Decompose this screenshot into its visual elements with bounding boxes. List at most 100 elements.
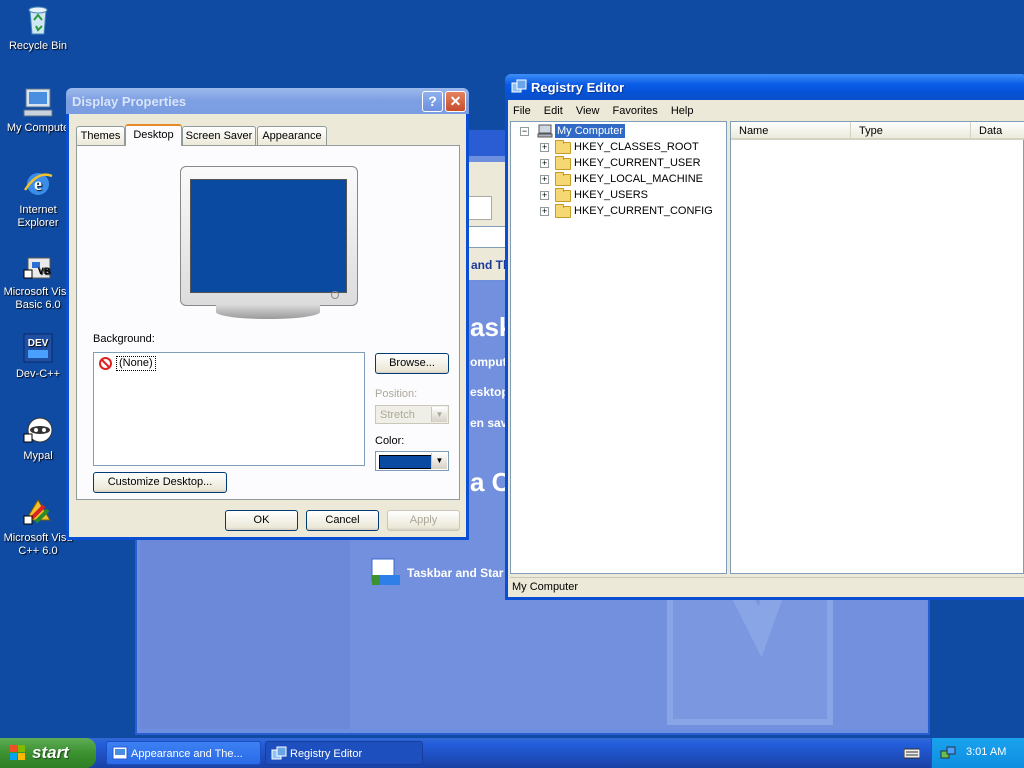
folder-icon	[555, 204, 571, 218]
folder-icon	[555, 172, 571, 186]
taskbar: start Appearance and The... Registry Edi…	[0, 738, 1024, 768]
list-item-label: (None)	[116, 356, 156, 371]
chevron-down-icon: ▼	[431, 453, 447, 469]
registry-editor-titlebar[interactable]: Registry Editor	[505, 74, 1024, 100]
tab-themes[interactable]: Themes	[76, 126, 125, 145]
mypal-icon	[22, 414, 54, 446]
control-panel-icon	[112, 746, 128, 760]
ok-button[interactable]: OK	[225, 510, 298, 531]
system-tray: 3:01 AM	[931, 738, 1024, 768]
tab-appearance[interactable]: Appearance	[257, 126, 327, 145]
tree-label: HKEY_LOCAL_MACHINE	[574, 173, 703, 185]
my-computer-icon	[22, 86, 54, 118]
visual-basic-icon: VB	[22, 250, 54, 282]
position-value: Stretch	[380, 409, 415, 421]
monitor-preview	[180, 166, 358, 306]
folder-icon	[555, 140, 571, 154]
tree-node-hkey-users[interactable]: + HKEY_USERS	[511, 187, 726, 203]
help-button[interactable]: ?	[422, 91, 443, 112]
column-header-name[interactable]: Name	[731, 122, 851, 140]
apply-button[interactable]: Apply	[387, 510, 460, 531]
column-header-data[interactable]: Data	[971, 122, 1024, 140]
none-icon	[99, 357, 112, 370]
color-picker[interactable]: ▼	[375, 451, 449, 471]
menu-view[interactable]: View	[576, 105, 600, 117]
tree-node-hkey-classes-root[interactable]: + HKEY_CLASSES_ROOT	[511, 139, 726, 155]
registry-editor-window[interactable]: Registry Editor File Edit View Favorites…	[505, 74, 1024, 600]
expand-icon[interactable]: +	[540, 191, 549, 200]
keyboard-icon[interactable]	[904, 747, 920, 759]
visual-cpp-icon	[22, 496, 54, 528]
expand-icon[interactable]: +	[540, 143, 549, 152]
display-properties-window[interactable]: Display Properties ? ✕ Themes Desktop Sc…	[66, 88, 469, 540]
registry-editor-icon	[511, 79, 527, 93]
status-text: My Computer	[512, 581, 579, 593]
cp-fragment-desktop[interactable]: esktop	[470, 385, 509, 399]
desktop-icon-recycle-bin[interactable]: Recycle Bin	[0, 4, 78, 53]
display-properties-titlebar[interactable]: Display Properties ? ✕	[66, 88, 469, 114]
taskbar-start-menu-icon[interactable]	[370, 557, 402, 589]
clock[interactable]: 3:01 AM	[966, 746, 1006, 758]
tab-desktop[interactable]: Desktop	[125, 124, 182, 146]
tree-label: HKEY_CLASSES_ROOT	[574, 141, 699, 153]
menu-help[interactable]: Help	[671, 105, 694, 117]
position-label: Position:	[375, 388, 418, 400]
position-select[interactable]: Stretch ▼	[375, 405, 449, 424]
expand-icon[interactable]: +	[540, 175, 549, 184]
registry-tree-pane[interactable]: − My Computer + HKEY_CLASSES_ROOT + HKEY…	[510, 121, 727, 574]
tree-node-my-computer[interactable]: − My Computer	[511, 123, 726, 139]
tab-screen-saver[interactable]: Screen Saver	[182, 126, 256, 145]
expand-icon[interactable]: +	[540, 159, 549, 168]
desktop-preview-screen	[190, 179, 347, 293]
chevron-down-icon: ▼	[431, 407, 447, 422]
start-button[interactable]: start	[0, 738, 96, 768]
menu-file[interactable]: File	[513, 105, 531, 117]
recycle-bin-icon	[22, 4, 54, 36]
cp-fragment-screen-saver[interactable]: en sav	[470, 416, 507, 430]
tree-label: HKEY_CURRENT_CONFIG	[574, 205, 713, 217]
network-icon[interactable]	[940, 745, 956, 761]
window-title: Display Properties	[72, 94, 187, 109]
tree-node-hkey-current-user[interactable]: + HKEY_CURRENT_USER	[511, 155, 726, 171]
svg-text:DEV: DEV	[28, 338, 49, 349]
cp-link-taskbar-start[interactable]: Taskbar and Star	[407, 566, 503, 580]
start-label: start	[32, 743, 69, 762]
desktop-tab-panel: Background: (None) Browse... Position: S…	[76, 145, 460, 500]
svg-text:VB: VB	[38, 266, 51, 276]
taskbar-button-appearance[interactable]: Appearance and The...	[106, 741, 261, 765]
registry-editor-icon	[271, 746, 287, 760]
browse-button[interactable]: Browse...	[375, 353, 449, 374]
color-swatch	[379, 455, 433, 469]
cancel-button[interactable]: Cancel	[306, 510, 379, 531]
views-icon[interactable]	[468, 196, 492, 220]
tree-node-hkey-local-machine[interactable]: + HKEY_LOCAL_MACHINE	[511, 171, 726, 187]
tree-label: HKEY_USERS	[574, 189, 648, 201]
taskbar-button-registry-editor[interactable]: Registry Editor	[265, 741, 423, 765]
collapse-icon[interactable]: −	[520, 127, 529, 136]
tree-label: HKEY_CURRENT_USER	[574, 157, 701, 169]
tree-label-selected: My Computer	[555, 124, 626, 138]
menu-favorites[interactable]: Favorites	[613, 105, 658, 117]
background-list[interactable]: (None)	[93, 352, 365, 466]
customize-desktop-button[interactable]: Customize Desktop...	[93, 472, 227, 493]
menu-edit[interactable]: Edit	[544, 105, 563, 117]
background-label: Background:	[93, 333, 155, 345]
registry-values-pane[interactable]: Name Type Data	[730, 121, 1024, 574]
close-button[interactable]: ✕	[445, 91, 466, 112]
color-label: Color:	[375, 435, 405, 447]
menu-bar: File Edit View Favorites Help	[513, 102, 703, 120]
internet-explorer-icon: e	[22, 168, 54, 200]
column-header-type[interactable]: Type	[851, 122, 971, 140]
computer-icon	[537, 124, 553, 138]
folder-icon	[555, 188, 571, 202]
window-title: Registry Editor	[531, 80, 625, 95]
windows-logo-icon	[10, 745, 25, 760]
expand-icon[interactable]: +	[540, 207, 549, 216]
folder-icon	[555, 156, 571, 170]
desktop-icon-label: Recycle Bin	[8, 40, 68, 52]
taskbar-button-label: Appearance and The...	[131, 748, 243, 760]
taskbar-button-label: Registry Editor	[290, 748, 363, 760]
monitor-stand	[216, 305, 320, 319]
dev-cpp-icon: DEV	[22, 332, 54, 364]
tree-node-hkey-current-config[interactable]: + HKEY_CURRENT_CONFIG	[511, 203, 726, 219]
